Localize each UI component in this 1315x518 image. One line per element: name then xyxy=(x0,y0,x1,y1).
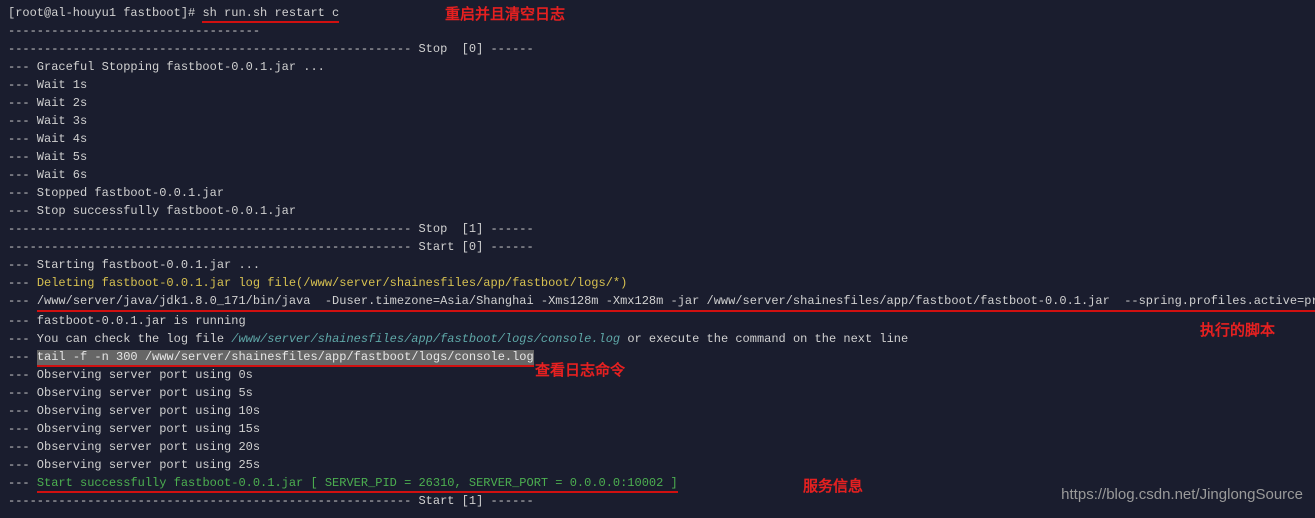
log-line: --- Wait 5s xyxy=(8,148,1307,166)
log-line: --- Wait 4s xyxy=(8,130,1307,148)
annotation-restart-clear: 重启并且清空日志 xyxy=(445,4,565,27)
typed-command: sh run.sh restart c xyxy=(202,6,339,23)
log-line: --- Wait 6s xyxy=(8,166,1307,184)
deleting-line: --- Deleting fastboot-0.0.1.jar log file… xyxy=(8,274,1307,292)
log-line: --- Observing server port using 10s xyxy=(8,402,1307,420)
stop-header-1: ----------------------------------------… xyxy=(8,220,1307,238)
log-line: --- Graceful Stopping fastboot-0.0.1.jar… xyxy=(8,58,1307,76)
tail-command: tail -f -n 300 /www/server/shainesfiles/… xyxy=(37,350,534,367)
log-line: --- Wait 2s xyxy=(8,94,1307,112)
prefix: --- xyxy=(8,294,37,308)
log-line: --- fastboot-0.0.1.jar is running xyxy=(8,312,1307,330)
start-header-0: ----------------------------------------… xyxy=(8,238,1307,256)
exec-command: /www/server/java/jdk1.8.0_171/bin/java -… xyxy=(37,292,1315,312)
log-line: --- Observing server port using 0s xyxy=(8,366,1307,384)
check-log-line: --- You can check the log file /www/serv… xyxy=(8,330,1307,348)
watermark: https://blog.csdn.net/JinglongSource xyxy=(1061,484,1303,507)
terminal-output[interactable]: [root@al-houyu1 fastboot]# sh run.sh res… xyxy=(8,4,1307,510)
log-line: --- Wait 3s xyxy=(8,112,1307,130)
log-line: --- Stopped fastboot-0.0.1.jar xyxy=(8,184,1307,202)
annotation-exec-script: 执行的脚本 xyxy=(1200,320,1275,343)
prefix: --- xyxy=(8,276,37,290)
suffix: or execute the command on the next line xyxy=(620,332,908,346)
prefix: --- xyxy=(8,476,37,490)
log-path: /www/server/shainesfiles/app/fastboot/lo… xyxy=(231,332,620,346)
separator: ----------------------------------- xyxy=(8,22,1307,40)
shell-prompt: [root@al-houyu1 fastboot]# xyxy=(8,6,202,20)
annotation-service-info: 服务信息 xyxy=(803,476,863,499)
log-line: --- Stop successfully fastboot-0.0.1.jar xyxy=(8,202,1307,220)
log-line: --- Observing server port using 15s xyxy=(8,420,1307,438)
log-line: --- Observing server port using 5s xyxy=(8,384,1307,402)
prefix: --- xyxy=(8,350,37,364)
start-success-msg: Start successfully fastboot-0.0.1.jar [ … xyxy=(37,476,678,493)
log-line: --- Wait 1s xyxy=(8,76,1307,94)
tail-line: --- tail -f -n 300 /www/server/shainesfi… xyxy=(8,348,1307,366)
delete-log-msg: Deleting fastboot-0.0.1.jar log file(/ww… xyxy=(37,276,628,290)
annotation-view-log: 查看日志命令 xyxy=(535,360,625,383)
log-line: --- Observing server port using 25s xyxy=(8,456,1307,474)
exec-line: --- /www/server/java/jdk1.8.0_171/bin/ja… xyxy=(8,292,1307,312)
prefix: --- You can check the log file xyxy=(8,332,231,346)
log-line: --- Starting fastboot-0.0.1.jar ... xyxy=(8,256,1307,274)
log-line: --- Observing server port using 20s xyxy=(8,438,1307,456)
stop-header-0: ----------------------------------------… xyxy=(8,40,1307,58)
prompt-line: [root@al-houyu1 fastboot]# sh run.sh res… xyxy=(8,4,1307,22)
